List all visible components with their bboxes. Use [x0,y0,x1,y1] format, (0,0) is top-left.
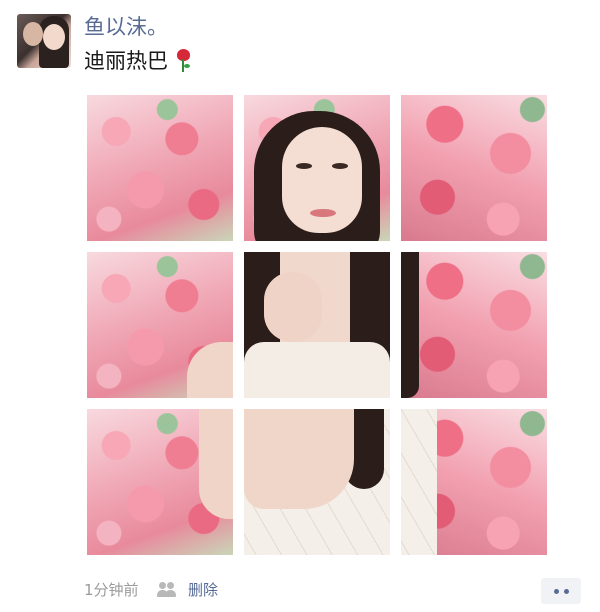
post-text: 迪丽热巴 [84,47,192,75]
photo-thumbnail[interactable] [87,409,233,555]
post-text-content: 迪丽热巴 [84,49,168,73]
rose-emoji-icon [174,49,192,73]
photo-grid [87,95,547,555]
photo-thumbnail[interactable] [87,95,233,241]
username[interactable]: 鱼以沫。 [84,14,168,40]
photo-thumbnail[interactable] [244,252,390,398]
photo-thumbnail[interactable] [401,252,547,398]
avatar[interactable] [17,14,71,68]
photo-thumbnail[interactable] [244,95,390,241]
delete-button[interactable]: 删除 [188,580,218,600]
photo-thumbnail[interactable] [401,95,547,241]
post-timestamp: 1分钟前 [84,581,139,599]
more-dots-icon [553,588,559,594]
friends-icon[interactable] [157,582,177,598]
photo-thumbnail[interactable] [401,409,547,555]
photo-thumbnail[interactable] [87,252,233,398]
more-button[interactable] [541,578,581,604]
photo-thumbnail[interactable] [244,409,390,555]
